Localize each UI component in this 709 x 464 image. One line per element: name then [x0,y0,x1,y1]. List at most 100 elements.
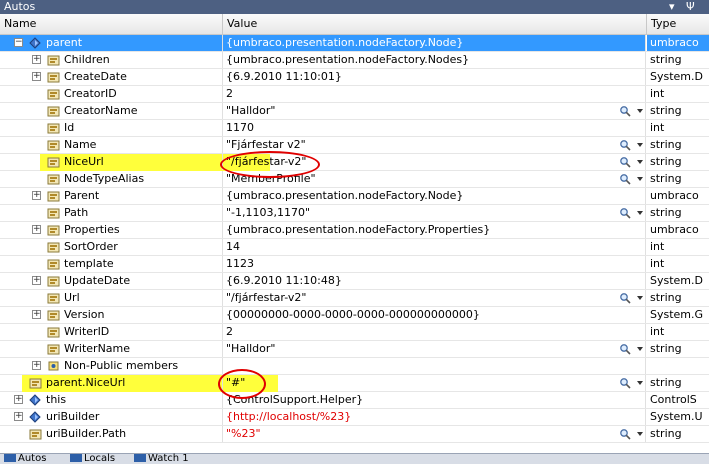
table-row[interactable]: Id 1170 int [0,120,709,137]
text-visualizer-icon[interactable] [619,377,631,389]
variable-name: this [46,393,67,406]
visualizer-dropdown-icon[interactable] [637,160,643,164]
table-row[interactable]: Name "Fjárfestar v2" string [0,137,709,154]
table-row[interactable]: + uriBuilder {http://localhost/%23} System.… [0,409,709,426]
table-row[interactable]: + UpdateDate {6.9.2010 11:10:48} System.D [0,273,709,290]
visualizer-dropdown-icon[interactable] [637,143,643,147]
expand-icon[interactable]: + [32,276,41,285]
value-cell[interactable]: {6.9.2010 11:10:48} [223,273,646,289]
expand-icon[interactable]: + [32,191,41,200]
type-cell: string [650,206,682,219]
text-visualizer-icon[interactable] [619,292,631,304]
value-cell[interactable]: {6.9.2010 11:10:01} [223,69,646,85]
variable-value: {umbraco.presentation.nodeFactory.Nodes} [226,53,470,66]
variable-value: {6.9.2010 11:10:48} [226,274,342,287]
value-cell[interactable]: "-1,1103,1170" [223,205,646,221]
name-cell: parent.NiceUrl [0,375,223,391]
text-visualizer-icon[interactable] [619,207,631,219]
expand-icon[interactable]: + [32,310,41,319]
expand-icon[interactable]: + [32,361,41,370]
window-menu-dropdown-button[interactable]: ▾ [669,0,675,14]
expand-icon[interactable]: + [32,55,41,64]
table-row[interactable]: WriterID 2 int [0,324,709,341]
type-cell: string [650,427,682,440]
pin-icon[interactable]: Ψ [686,0,695,14]
visualizer-dropdown-icon[interactable] [637,109,643,113]
table-row[interactable]: CreatorName "Halldor" string [0,103,709,120]
table-row[interactable]: NodeTypeAlias "MemberProfile" string [0,171,709,188]
visualizer-dropdown-icon[interactable] [637,432,643,436]
visualizer-dropdown-icon[interactable] [637,381,643,385]
property-icon [46,104,61,118]
type-cell: string [650,104,682,117]
text-visualizer-icon[interactable] [619,428,631,440]
table-row[interactable]: uriBuilder.Path "%23" string [0,426,709,443]
text-visualizer-icon[interactable] [619,139,631,151]
value-cell[interactable]: {umbraco.presentation.nodeFactory.Node} [223,35,646,51]
table-row[interactable]: + Parent {umbraco.presentation.nodeFactory… [0,188,709,205]
table-row[interactable]: Url "/fjárfestar-v2" string [0,290,709,307]
name-column-header[interactable]: Name [0,14,223,34]
text-visualizer-icon[interactable] [619,156,631,168]
value-cell[interactable]: {00000000-0000-0000-0000-000000000000} [223,307,646,323]
type-column-header[interactable]: Type [647,14,709,34]
value-column-header[interactable]: Value [223,14,647,34]
value-cell[interactable]: {umbraco.presentation.nodeFactory.Proper… [223,222,646,238]
name-cell: + Properties [0,222,223,238]
text-visualizer-icon[interactable] [619,105,631,117]
collapse-icon[interactable]: − [14,38,23,47]
variable-name: CreateDate [64,70,127,83]
table-row[interactable]: template 1123 int [0,256,709,273]
table-row[interactable]: Path "-1,1103,1170" string [0,205,709,222]
table-row[interactable]: + this {ControlSupport.Helper} ControlS [0,392,709,409]
value-cell[interactable]: "Halldor" [223,341,646,357]
table-row[interactable]: + Version {00000000-0000-0000-0000-0000000… [0,307,709,324]
variable-value: "-1,1103,1170" [226,206,311,219]
value-cell[interactable]: "Halldor" [223,103,646,119]
value-cell[interactable]: 1123 [223,256,646,272]
value-cell[interactable]: "%23" [223,426,646,442]
value-cell[interactable]: {http://localhost/%23} [223,409,646,425]
value-cell[interactable] [223,358,646,374]
value-cell[interactable]: {umbraco.presentation.nodeFactory.Node} [223,188,646,204]
variable-value: "Halldor" [226,104,276,117]
visualizer-dropdown-icon[interactable] [637,177,643,181]
table-row[interactable]: + Non-Public members [0,358,709,375]
value-cell[interactable]: 1170 [223,120,646,136]
table-row[interactable]: − parent {umbraco.presentation.nodeFactory… [0,35,709,52]
table-row[interactable]: WriterName "Halldor" string [0,341,709,358]
column-header-row: Name Value Type [0,14,709,35]
value-cell[interactable]: 2 [223,324,646,340]
table-row[interactable]: + Children {umbraco.presentation.nodeFacto… [0,52,709,69]
visualizer-dropdown-icon[interactable] [637,296,643,300]
visualizer-dropdown-icon[interactable] [637,347,643,351]
text-visualizer-icon[interactable] [619,343,631,355]
table-row[interactable]: + Properties {umbraco.presentation.nodeFac… [0,222,709,239]
variable-value: "/fjárfestar-v2" [226,291,307,304]
expand-icon[interactable]: + [14,412,23,421]
value-cell[interactable]: "#" [223,375,646,391]
table-row[interactable]: parent.NiceUrl "#" string [0,375,709,392]
type-cell: umbraco [647,35,709,51]
expand-icon[interactable]: + [32,72,41,81]
value-cell[interactable]: "/fjárfestar-v2" [223,290,646,306]
variable-name: Non-Public members [64,359,179,372]
value-cell[interactable]: {umbraco.presentation.nodeFactory.Nodes} [223,52,646,68]
value-cell[interactable]: "Fjárfestar v2" [223,137,646,153]
table-row[interactable]: SortOrder 14 int [0,239,709,256]
value-cell[interactable]: {ControlSupport.Helper} [223,392,646,408]
visualizer-dropdown-icon[interactable] [637,211,643,215]
members-icon [46,359,61,373]
type-cell: string [650,155,682,168]
text-visualizer-icon[interactable] [619,173,631,185]
expand-icon[interactable]: + [32,225,41,234]
property-icon [28,427,43,441]
table-row[interactable]: + CreateDate {6.9.2010 11:10:01} System.D [0,69,709,86]
property-icon [46,308,61,322]
property-icon [46,206,61,220]
value-cell[interactable]: 14 [223,239,646,255]
value-cell[interactable]: 2 [223,86,646,102]
table-row[interactable]: NiceUrl "/fjárfestar-v2" string [0,154,709,171]
expand-icon[interactable]: + [14,395,23,404]
table-row[interactable]: CreatorID 2 int [0,86,709,103]
